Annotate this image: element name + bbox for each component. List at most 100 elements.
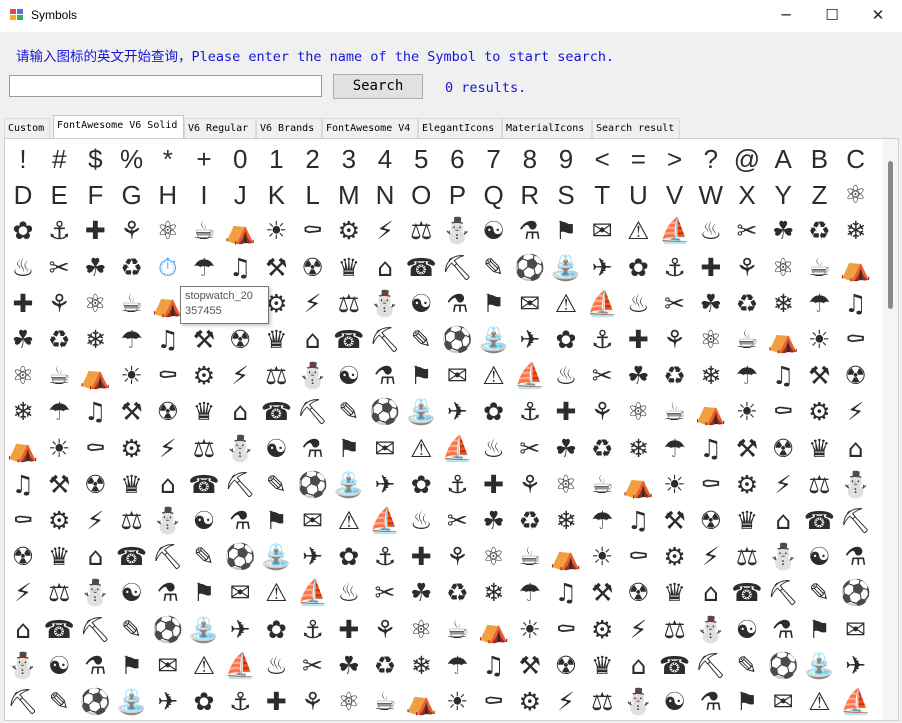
- symbol-icon[interactable]: ⛵: [367, 503, 403, 539]
- symbol-icon[interactable]: ⛏: [222, 467, 258, 503]
- symbol-icon[interactable]: ✿: [620, 250, 656, 286]
- symbol-cell[interactable]: #: [41, 141, 77, 177]
- symbol-icon[interactable]: ⛲: [801, 648, 837, 684]
- symbol-cell[interactable]: F: [77, 177, 113, 213]
- symbol-icon[interactable]: ✉: [222, 575, 258, 611]
- symbol-icon[interactable]: ⚖: [186, 431, 222, 467]
- symbol-icon[interactable]: ⚖: [331, 286, 367, 322]
- symbol-icon[interactable]: ⚛: [403, 612, 439, 648]
- symbol-icon[interactable]: ♻: [584, 431, 620, 467]
- symbol-icon[interactable]: ⚑: [114, 648, 150, 684]
- symbol-icon[interactable]: ❄: [838, 213, 874, 249]
- tab-v6-brands[interactable]: V6 Brands: [256, 118, 322, 139]
- symbol-icon[interactable]: ☘: [331, 648, 367, 684]
- symbol-icon[interactable]: ♛: [331, 250, 367, 286]
- symbol-icon[interactable]: ♛: [584, 648, 620, 684]
- symbol-icon[interactable]: ✈: [439, 394, 475, 430]
- symbol-icon[interactable]: ⚠: [476, 358, 512, 394]
- symbol-icon[interactable]: ♻: [367, 648, 403, 684]
- symbol-icon[interactable]: ⚗: [295, 431, 331, 467]
- symbol-icon[interactable]: ☕: [801, 250, 837, 286]
- symbol-icon[interactable]: ⛺: [476, 612, 512, 648]
- symbol-icon[interactable]: ⛵: [657, 213, 693, 249]
- symbol-icon[interactable]: ⚡: [150, 431, 186, 467]
- symbol-icon[interactable]: ✂: [295, 648, 331, 684]
- vertical-scrollbar[interactable]: [883, 139, 898, 720]
- symbol-cell[interactable]: N: [367, 177, 403, 213]
- symbol-icon[interactable]: ✉: [512, 286, 548, 322]
- symbol-icon[interactable]: ❄: [403, 648, 439, 684]
- symbol-icon[interactable]: ⚙: [186, 358, 222, 394]
- symbol-icon[interactable]: ✂: [439, 503, 475, 539]
- symbol-icon[interactable]: ⚖: [801, 467, 837, 503]
- symbol-icon[interactable]: ✎: [331, 394, 367, 430]
- symbol-icon[interactable]: ⌂: [838, 431, 874, 467]
- symbol-icon[interactable]: ☢: [222, 322, 258, 358]
- symbol-icon[interactable]: ✎: [801, 575, 837, 611]
- symbol-icon[interactable]: ♻: [657, 358, 693, 394]
- symbol-icon[interactable]: ⛺: [548, 539, 584, 575]
- symbol-cell[interactable]: U: [620, 177, 656, 213]
- symbol-icon[interactable]: ⛲: [114, 684, 150, 720]
- symbol-icon[interactable]: ⛏: [77, 612, 113, 648]
- symbol-icon[interactable]: ⚽: [77, 684, 113, 720]
- symbol-icon[interactable]: ⛺: [838, 250, 874, 286]
- symbol-icon[interactable]: ⚒: [657, 503, 693, 539]
- symbol-icon[interactable]: ♫: [765, 358, 801, 394]
- scrollbar-thumb[interactable]: [888, 161, 893, 309]
- symbol-cell[interactable]: Y: [765, 177, 801, 213]
- symbol-icon[interactable]: ☢: [5, 539, 41, 575]
- symbol-cell[interactable]: *: [150, 141, 186, 177]
- symbol-icon[interactable]: ⌂: [77, 539, 113, 575]
- symbol-icon[interactable]: ⚘: [439, 539, 475, 575]
- symbol-icon[interactable]: ☯: [657, 684, 693, 720]
- symbol-icon[interactable]: ✿: [331, 539, 367, 575]
- symbol-icon[interactable]: ⚖: [403, 213, 439, 249]
- symbol-icon[interactable]: ✈: [295, 539, 331, 575]
- symbol-icon[interactable]: ☎: [403, 250, 439, 286]
- tab-custom[interactable]: Custom: [4, 118, 50, 139]
- symbol-icon[interactable]: ☢: [150, 394, 186, 430]
- symbol-icon[interactable]: ⚓: [222, 684, 258, 720]
- symbol-icon[interactable]: ✈: [222, 612, 258, 648]
- symbol-icon[interactable]: ☂: [584, 503, 620, 539]
- symbol-icon[interactable]: ✚: [403, 539, 439, 575]
- symbol-icon[interactable]: ♫: [77, 394, 113, 430]
- symbol-icon[interactable]: ☯: [331, 358, 367, 394]
- symbol-icon[interactable]: ⚖: [114, 503, 150, 539]
- symbol-icon[interactable]: ✎: [41, 684, 77, 720]
- symbol-icon[interactable]: ✿: [548, 322, 584, 358]
- symbol-icon[interactable]: ♻: [801, 213, 837, 249]
- symbol-icon[interactable]: ☀: [114, 358, 150, 394]
- symbol-icon[interactable]: ✿: [186, 684, 222, 720]
- symbol-icon[interactable]: ⛲: [258, 539, 294, 575]
- symbol-icon[interactable]: ♫: [5, 467, 41, 503]
- symbol-icon[interactable]: ✚: [476, 467, 512, 503]
- symbol-icon[interactable]: ❄: [765, 286, 801, 322]
- symbol-icon[interactable]: ⛏: [838, 503, 874, 539]
- symbol-icon[interactable]: ☂: [512, 575, 548, 611]
- symbol-icon[interactable]: ☀: [729, 394, 765, 430]
- symbol-icon[interactable]: ⚑: [186, 575, 222, 611]
- symbol-icon[interactable]: ⚰: [476, 684, 512, 720]
- symbol-icon[interactable]: ⚽: [367, 394, 403, 430]
- symbol-icon[interactable]: ⚖: [258, 358, 294, 394]
- symbol-icon[interactable]: ☕: [41, 358, 77, 394]
- symbol-icon[interactable]: ☘: [548, 431, 584, 467]
- symbol-icon[interactable]: ⚖: [41, 575, 77, 611]
- symbol-icon[interactable]: ☘: [77, 250, 113, 286]
- symbol-icon[interactable]: ✎: [476, 250, 512, 286]
- symbol-icon[interactable]: ⚘: [729, 250, 765, 286]
- symbol-icon[interactable]: ⛏: [5, 684, 41, 720]
- symbol-icon[interactable]: ⌂: [222, 394, 258, 430]
- symbol-icon[interactable]: ✚: [548, 394, 584, 430]
- search-button[interactable]: Search: [333, 74, 423, 99]
- symbol-cell[interactable]: J: [222, 177, 258, 213]
- tab-material-icons[interactable]: MaterialIcons: [502, 118, 592, 139]
- symbol-icon[interactable]: ✎: [729, 648, 765, 684]
- symbol-cell[interactable]: >: [657, 141, 693, 177]
- symbol-icon[interactable]: ❄: [476, 575, 512, 611]
- tab-fontawesome-v4[interactable]: FontAwesome V4: [322, 118, 418, 139]
- symbol-icon[interactable]: ⚠: [548, 286, 584, 322]
- symbol-icon[interactable]: ⛏: [295, 394, 331, 430]
